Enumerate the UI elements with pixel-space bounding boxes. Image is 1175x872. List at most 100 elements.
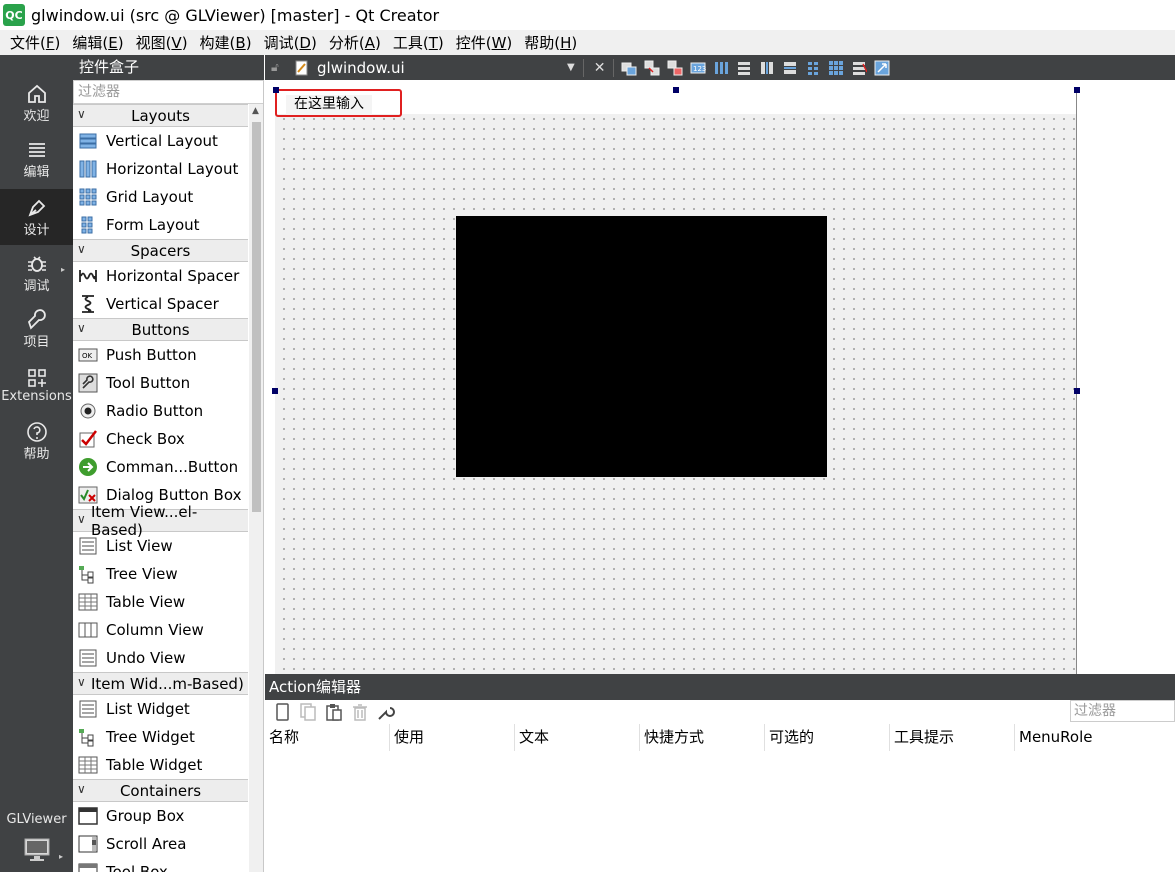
scroll-up-arrow-icon[interactable]: ▲ <box>252 106 259 116</box>
category-item-widgets[interactable]: ∨ Item Wid...m-Based) <box>73 672 248 695</box>
widget-horizontal-spacer[interactable]: Horizontal Spacer <box>73 262 248 290</box>
build-kit-arrow-icon[interactable]: ▸ <box>59 852 63 861</box>
mode-extensions[interactable]: Extensions <box>0 357 73 413</box>
widget-radio-button[interactable]: Radio Button <box>73 397 248 425</box>
mode-design[interactable]: 设计 <box>0 189 73 245</box>
category-item-views[interactable]: ∨ Item View...el-Based) <box>73 503 248 539</box>
layout-horizontal-splitter-icon[interactable] <box>759 60 775 76</box>
widget-label: Group Box <box>106 807 185 825</box>
menu-analyze[interactable]: 分析(A) <box>323 32 387 53</box>
chevron-down-icon: ∨ <box>77 107 86 121</box>
widget-push-button[interactable]: OK Push Button <box>73 341 248 369</box>
layout-form-icon[interactable] <box>805 60 821 76</box>
layout-vertical-icon[interactable] <box>736 60 752 76</box>
monitor-icon[interactable] <box>24 838 50 862</box>
selection-handle[interactable] <box>1074 87 1080 93</box>
widget-table-widget[interactable]: Table Widget <box>73 751 248 779</box>
widget-tree-widget[interactable]: Tree Widget <box>73 723 248 751</box>
mode-edit[interactable]: 编辑 <box>0 131 73 187</box>
widget-undo-view[interactable]: Undo View <box>73 644 248 672</box>
menu-view[interactable]: 视图(V) <box>130 32 194 53</box>
new-action-icon[interactable] <box>273 703 291 721</box>
widget-tool-box[interactable]: Tool Box <box>73 858 248 872</box>
tool-button-icon <box>78 373 98 393</box>
layout-horizontal-icon[interactable] <box>713 60 729 76</box>
column-header[interactable]: 使用 <box>390 724 515 751</box>
category-buttons[interactable]: ∨ Buttons <box>73 318 248 341</box>
mode-help[interactable]: 帮助 <box>0 413 73 469</box>
menu-tools[interactable]: 工具(T) <box>387 32 450 53</box>
mode-welcome[interactable]: 欢迎 <box>0 75 73 131</box>
form-editor-area[interactable]: 在这里输入 <box>265 80 1175 674</box>
widget-group-box[interactable]: Group Box <box>73 802 248 830</box>
selection-handle[interactable] <box>673 87 679 93</box>
break-layout-icon[interactable] <box>851 60 868 76</box>
menu-edit[interactable]: 编辑(E) <box>66 32 129 53</box>
category-layouts[interactable]: ∨ Layouts <box>73 104 248 127</box>
category-label: Buttons <box>131 320 190 339</box>
copy-action-icon[interactable] <box>299 703 317 721</box>
mode-debug[interactable]: 调试 ▸ <box>0 245 73 301</box>
widget-form-layout[interactable]: Form Layout <box>73 211 248 239</box>
paste-action-icon[interactable] <box>325 703 343 721</box>
scrollbar-thumb[interactable] <box>252 122 261 512</box>
toolbar-separator <box>582 58 584 77</box>
title-bar: QC glwindow.ui (src @ GLViewer) [master]… <box>0 0 1175 30</box>
open-file-name[interactable]: glwindow.ui <box>317 59 557 77</box>
selection-handle[interactable] <box>272 388 278 394</box>
category-containers[interactable]: ∨ Containers <box>73 779 248 802</box>
widget-vertical-layout[interactable]: Vertical Layout <box>73 127 248 155</box>
selection-handle[interactable] <box>273 87 279 93</box>
selection-handle[interactable] <box>1074 388 1080 394</box>
widget-grid-layout[interactable]: Grid Layout <box>73 183 248 211</box>
designer-form[interactable]: 在这里输入 <box>275 90 1077 674</box>
category-spacers[interactable]: ∨ Spacers <box>73 239 248 262</box>
widget-label: Horizontal Layout <box>106 160 239 178</box>
edit-widgets-icon[interactable] <box>621 60 637 76</box>
action-table-body[interactable] <box>265 751 1175 872</box>
widget-vertical-spacer[interactable]: Vertical Spacer <box>73 290 248 318</box>
column-header[interactable]: 可选的 <box>765 724 890 751</box>
menu-widgets[interactable]: 控件(W) <box>450 32 519 53</box>
delete-action-icon[interactable] <box>351 703 369 721</box>
widget-tree-view[interactable]: Tree View <box>73 560 248 588</box>
widgetbox-scrollbar[interactable]: ▲ <box>249 104 263 872</box>
menu-build[interactable]: 构建(B) <box>194 32 258 53</box>
column-header[interactable]: 工具提示 <box>890 724 1015 751</box>
layout-grid-icon[interactable] <box>828 60 844 76</box>
column-header[interactable]: MenuRole <box>1015 724 1140 751</box>
widget-table-view[interactable]: Table View <box>73 588 248 616</box>
menu-debug[interactable]: 调试(D) <box>258 32 323 53</box>
action-table-header: 名称 使用 文本 快捷方式 可选的 工具提示 MenuRole <box>265 724 1175 751</box>
widget-horizontal-layout[interactable]: Horizontal Layout <box>73 155 248 183</box>
widget-list-widget[interactable]: List Widget <box>73 695 248 723</box>
configure-action-icon[interactable] <box>377 703 395 721</box>
mode-projects[interactable]: 项目 <box>0 301 73 357</box>
widgetbox-title: 控件盒子 <box>73 55 264 80</box>
widget-command-link-button[interactable]: Comman...Button <box>73 453 248 481</box>
widgetbox-filter-input[interactable]: 过滤器 <box>73 80 263 104</box>
action-filter-input[interactable]: 过滤器 <box>1070 700 1175 722</box>
widget-label: Check Box <box>106 430 185 448</box>
file-dropdown-arrow-icon[interactable]: ▼ <box>567 62 575 73</box>
widget-label: Table Widget <box>106 756 203 774</box>
edit-tab-order-icon[interactable]: 123 <box>690 60 706 76</box>
mode-projects-label: 项目 <box>23 334 50 350</box>
column-header[interactable]: 名称 <box>265 724 390 751</box>
menu-file[interactable]: 文件(F) <box>4 32 66 53</box>
lock-icon[interactable]: 🔓︎ <box>271 60 287 76</box>
edit-buddies-icon[interactable] <box>667 60 683 76</box>
close-file-icon[interactable]: ✕ <box>594 60 606 76</box>
widget-column-view[interactable]: Column View <box>73 616 248 644</box>
menu-help[interactable]: 帮助(H) <box>518 32 583 53</box>
push-button-icon: OK <box>78 345 98 365</box>
column-header[interactable]: 快捷方式 <box>640 724 765 751</box>
edit-signals-slots-icon[interactable] <box>644 60 660 76</box>
column-header[interactable]: 文本 <box>515 724 640 751</box>
opengl-widget[interactable] <box>456 216 827 477</box>
widget-scroll-area[interactable]: Scroll Area <box>73 830 248 858</box>
widget-check-box[interactable]: Check Box <box>73 425 248 453</box>
widget-tool-button[interactable]: Tool Button <box>73 369 248 397</box>
adjust-size-icon[interactable] <box>874 60 890 76</box>
layout-vertical-splitter-icon[interactable] <box>782 60 798 76</box>
